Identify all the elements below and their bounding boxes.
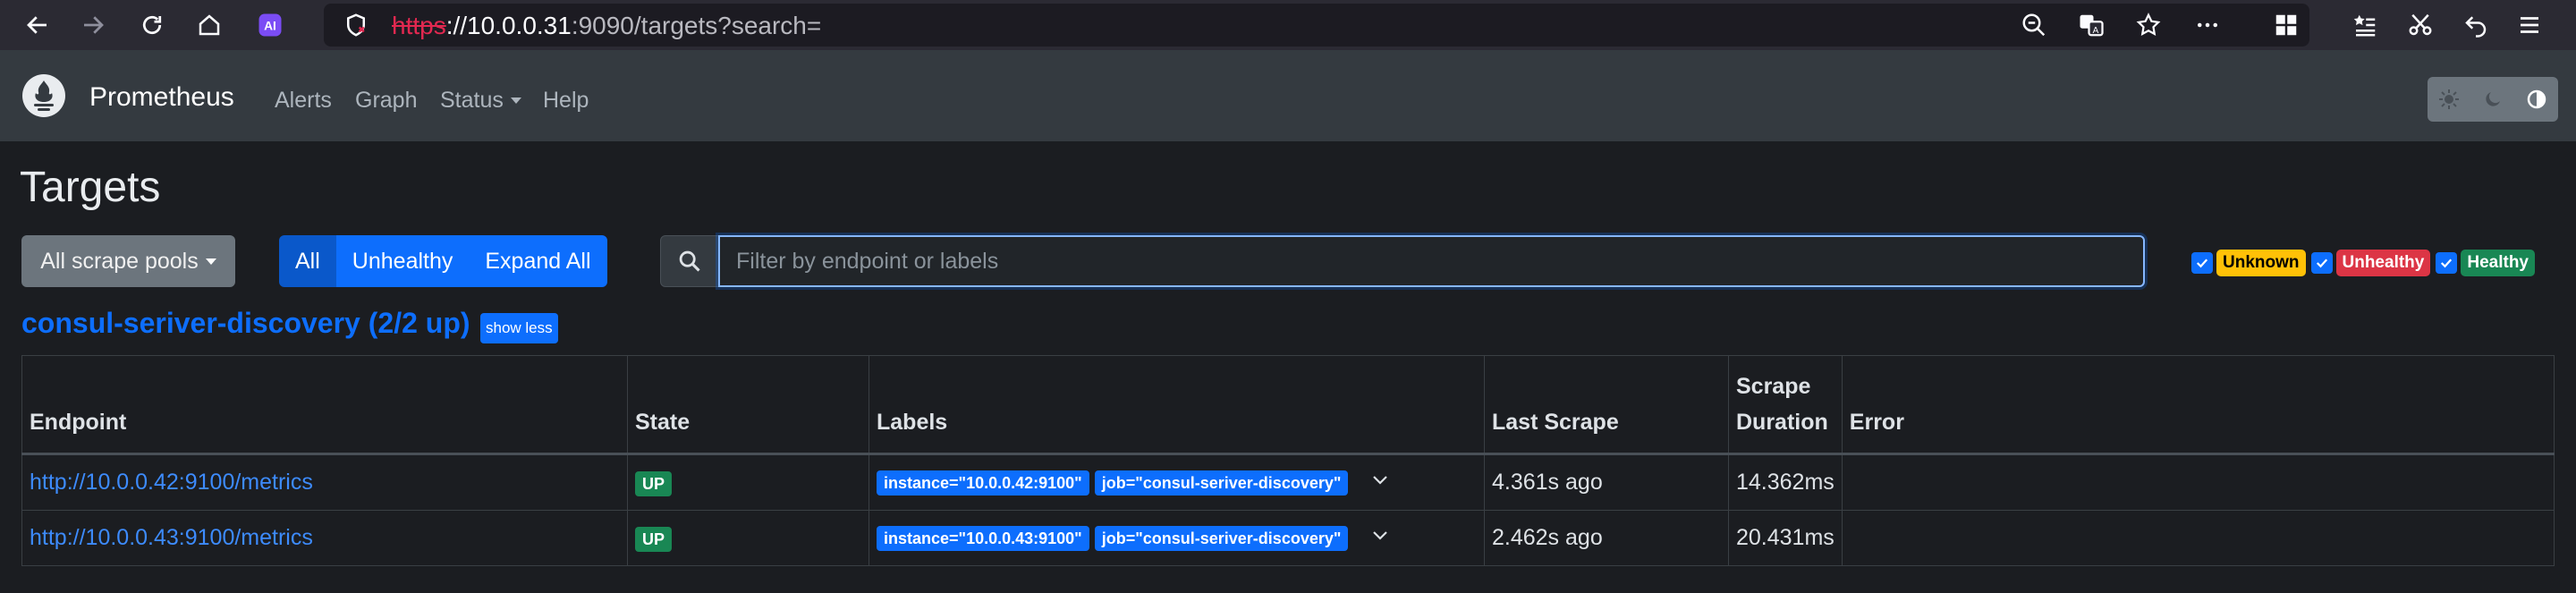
forward-icon[interactable] <box>77 9 109 41</box>
label-badge: instance="10.0.0.42:9100" <box>877 470 1089 496</box>
prometheus-logo-icon[interactable] <box>21 73 66 118</box>
shield-icon[interactable] <box>340 9 372 41</box>
address-bar[interactable]: https://10.0.0.31:9090/targets?search= <box>324 4 2309 47</box>
sun-icon <box>2439 89 2460 109</box>
cut-icon[interactable] <box>2404 9 2436 41</box>
column-last-scrape: Last Scrape <box>1484 355 1729 454</box>
endpoint-link[interactable]: http://10.0.0.42:9100/metrics <box>30 470 313 495</box>
brand-name[interactable]: Prometheus <box>89 82 234 113</box>
menu-icon[interactable] <box>2513 9 2546 41</box>
svg-text:AI: AI <box>264 20 276 33</box>
healthy-checkbox[interactable] <box>2436 252 2458 274</box>
expand-all-button[interactable]: Expand All <box>469 235 607 287</box>
healthy-badge: Healthy <box>2461 250 2535 276</box>
endpoint-cell: http://10.0.0.43:9100/metrics <box>21 510 628 566</box>
more-icon[interactable] <box>2191 9 2224 41</box>
nav-status-label: Status <box>440 88 504 113</box>
filter-all-button[interactable]: All <box>279 235 336 287</box>
state-badge: UP <box>635 527 673 552</box>
filter-unhealthy-button[interactable]: Unhealthy <box>335 235 470 287</box>
search-input[interactable] <box>718 235 2145 287</box>
search-icon <box>660 235 719 287</box>
url-text: https://10.0.0.31:9090/targets?search= <box>392 12 822 39</box>
dark-theme-button[interactable] <box>2471 77 2515 122</box>
zoom-out-icon[interactable] <box>2018 9 2050 41</box>
scrape-pool-label: All scrape pools <box>40 248 199 274</box>
auto-theme-button[interactable] <box>2514 77 2558 122</box>
chevron-down-icon[interactable] <box>1369 469 1391 496</box>
ai-extension-icon[interactable]: AI <box>254 9 286 41</box>
state-cell: UP <box>627 510 869 566</box>
endpoint-link[interactable]: http://10.0.0.43:9100/metrics <box>30 525 313 550</box>
translate-icon[interactable]: A <box>2075 9 2107 41</box>
check-icon <box>2316 258 2327 268</box>
extensions-grid-icon[interactable] <box>2270 9 2302 41</box>
column-scrape-duration: Scrape Duration <box>1728 355 1843 454</box>
browser-toolbar: AI https://10.0.0.31:9090/targets?search… <box>0 0 2576 50</box>
page-title: Targets <box>20 164 161 211</box>
state-filters: Unknown Unhealthy Healthy <box>2191 250 2540 276</box>
unhealthy-badge: Unhealthy <box>2335 250 2431 276</box>
nav-graph[interactable]: Graph <box>355 88 417 114</box>
error-cell <box>1841 453 2555 511</box>
column-labels: Labels <box>869 355 1485 454</box>
favorites-list-icon[interactable] <box>2349 9 2381 41</box>
undo-icon[interactable] <box>2460 9 2492 41</box>
column-error: Error <box>1841 355 2555 454</box>
table-row: http://10.0.0.42:9100/metrics UP instanc… <box>21 453 2555 511</box>
labels-cell: instance="10.0.0.42:9100" job="consul-ser… <box>869 453 1485 511</box>
scrape-pool-title[interactable]: consul-seriver-discovery (2/2 up) <box>21 307 470 340</box>
duration-cell: 20.431ms <box>1728 510 1843 566</box>
label-badge: instance="10.0.0.43:9100" <box>877 526 1089 552</box>
unknown-badge: Unknown <box>2216 250 2306 276</box>
table-header-row: Endpoint State Labels Last Scrape Scrape… <box>21 355 2555 454</box>
chevron-down-icon[interactable] <box>1369 524 1391 552</box>
show-less-button[interactable]: show less <box>480 313 558 343</box>
scrape-pool-dropdown[interactable]: All scrape pools <box>21 235 235 287</box>
state-badge: UP <box>635 471 673 496</box>
state-cell: UP <box>627 453 869 511</box>
bookmark-star-icon[interactable] <box>2132 9 2165 41</box>
targets-table: Endpoint State Labels Last Scrape Scrape… <box>21 355 2555 566</box>
check-icon <box>2196 258 2208 268</box>
last-scrape-cell: 2.462s ago <box>1484 510 1729 566</box>
nav-help[interactable]: Help <box>543 88 589 114</box>
home-icon[interactable] <box>193 9 225 41</box>
light-theme-button[interactable] <box>2428 77 2471 122</box>
label-badge: job="consul-seriver-discovery" <box>1094 526 1349 552</box>
moon-icon <box>2486 92 2500 106</box>
label-badge: job="consul-seriver-discovery" <box>1094 470 1349 496</box>
nav-status[interactable]: Status <box>440 88 521 114</box>
caret-down-icon <box>205 258 216 265</box>
column-state: State <box>627 355 869 454</box>
reload-icon[interactable] <box>136 9 168 41</box>
unknown-checkbox[interactable] <box>2191 252 2213 274</box>
back-icon[interactable] <box>21 9 54 41</box>
check-icon <box>2441 258 2453 268</box>
svg-text:A: A <box>2093 26 2099 36</box>
endpoint-cell: http://10.0.0.42:9100/metrics <box>21 453 628 511</box>
theme-switcher <box>2428 77 2558 122</box>
caret-down-icon <box>510 97 521 104</box>
labels-cell: instance="10.0.0.43:9100" job="consul-ser… <box>869 510 1485 566</box>
contrast-icon <box>2527 89 2546 109</box>
column-endpoint: Endpoint <box>21 355 628 454</box>
unhealthy-checkbox[interactable] <box>2310 252 2333 274</box>
nav-alerts[interactable]: Alerts <box>275 88 332 114</box>
health-filter-group: All Unhealthy Expand All <box>279 235 607 287</box>
error-cell <box>1841 510 2555 566</box>
app-navbar: Prometheus Alerts Graph Status Help <box>0 50 2576 141</box>
last-scrape-cell: 4.361s ago <box>1484 453 1729 511</box>
duration-cell: 14.362ms <box>1728 453 1843 511</box>
table-row: http://10.0.0.43:9100/metrics UP instanc… <box>21 510 2555 566</box>
